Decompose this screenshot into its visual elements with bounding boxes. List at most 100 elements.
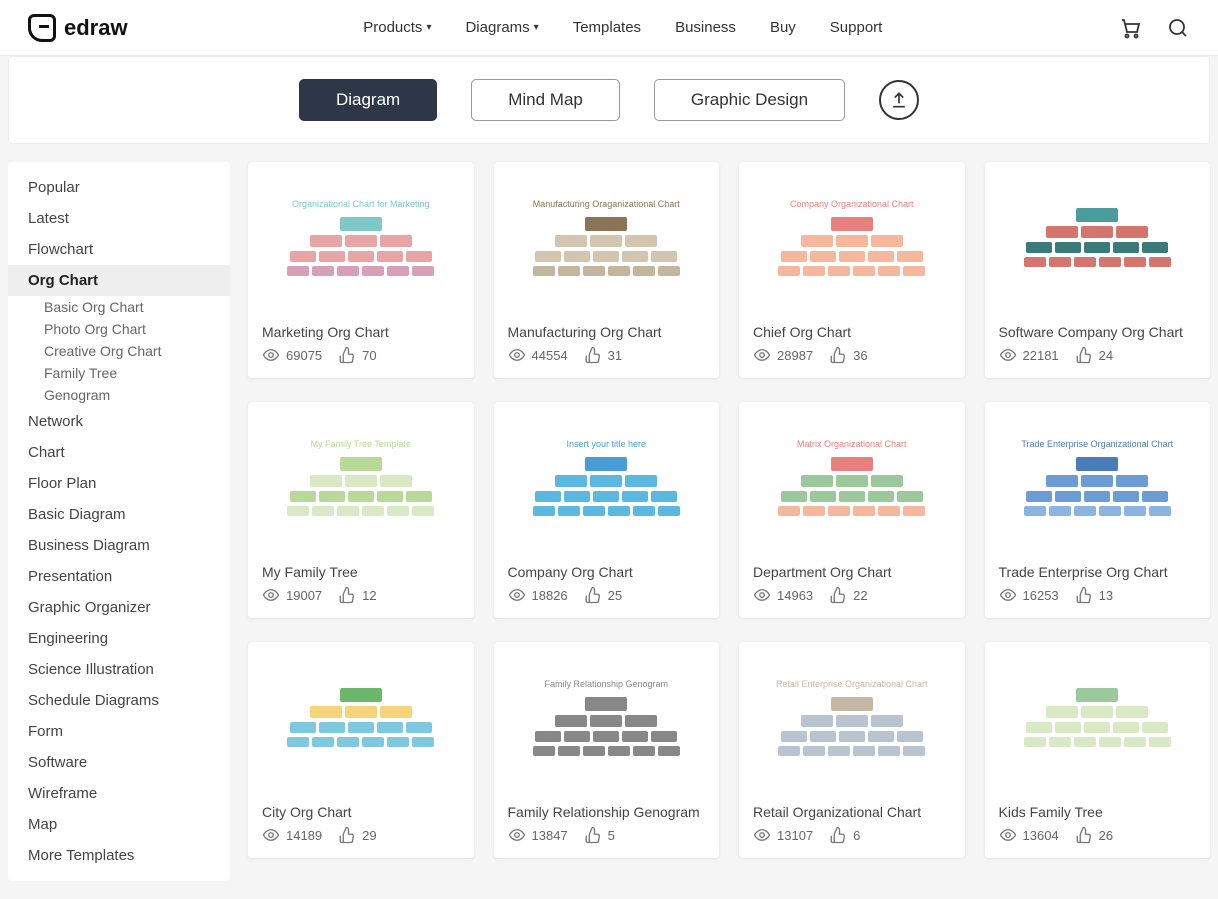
category-tabs: Diagram Mind Map Graphic Design (8, 56, 1210, 144)
sidebar-item[interactable]: Org Chart (8, 265, 230, 296)
template-card[interactable]: My Family Tree Template My Family Tree 1… (248, 402, 474, 618)
sidebar-subitem[interactable]: Photo Org Chart (8, 318, 230, 340)
logo[interactable]: edraw (28, 14, 128, 42)
likes-stat: 12 (338, 586, 376, 604)
sidebar-item[interactable]: Presentation (8, 561, 230, 592)
nav-support[interactable]: Support (830, 19, 883, 36)
template-card[interactable]: Family Relationship Genogram Family Rela… (494, 642, 720, 858)
template-card[interactable]: Trade Enterprise Organizational Chart Tr… (985, 402, 1211, 618)
nav-buy[interactable]: Buy (770, 19, 796, 36)
eye-icon (508, 586, 526, 604)
sidebar-item[interactable]: Map (8, 809, 230, 840)
eye-icon (262, 826, 280, 844)
template-card[interactable]: Retail Enterprise Organizational Chart R… (739, 642, 965, 858)
likes-stat: 29 (338, 826, 376, 844)
nav-business[interactable]: Business (675, 19, 736, 36)
template-card[interactable]: Insert your title here Company Org Chart… (494, 402, 720, 618)
template-title: Trade Enterprise Org Chart (985, 552, 1211, 586)
sidebar-item[interactable]: Chart (8, 437, 230, 468)
template-title: Software Company Org Chart (985, 312, 1211, 346)
thumbs-up-icon (338, 586, 356, 604)
eye-icon (753, 586, 771, 604)
chevron-down-icon: ▾ (426, 22, 431, 33)
template-card[interactable]: Software Company Org Chart 22181 24 (985, 162, 1211, 378)
views-stat: 14963 (753, 586, 813, 604)
template-thumbnail (248, 642, 474, 792)
sidebar-item[interactable]: Form (8, 716, 230, 747)
likes-stat: 25 (584, 586, 622, 604)
sidebar-item[interactable]: Popular (8, 172, 230, 203)
sidebar-item[interactable]: More Templates (8, 840, 230, 871)
tab-graphic-design[interactable]: Graphic Design (654, 79, 845, 121)
eye-icon (753, 826, 771, 844)
thumbs-up-icon (584, 586, 602, 604)
template-card[interactable]: City Org Chart 14189 29 (248, 642, 474, 858)
tab-mindmap[interactable]: Mind Map (471, 79, 620, 121)
template-card[interactable]: Kids Family Tree 13604 26 (985, 642, 1211, 858)
template-card[interactable]: Matrix Organizational Chart Department O… (739, 402, 965, 618)
views-stat: 16253 (999, 586, 1059, 604)
sidebar-item[interactable]: Flowchart (8, 234, 230, 265)
template-thumbnail: Company Organizational Chart (739, 162, 965, 312)
thumbs-up-icon (1075, 826, 1093, 844)
search-icon[interactable] (1166, 16, 1190, 40)
template-title: Family Relationship Genogram (494, 792, 720, 826)
sidebar-subitem[interactable]: Family Tree (8, 362, 230, 384)
eye-icon (999, 346, 1017, 364)
views-stat: 14189 (262, 826, 322, 844)
template-thumbnail: Trade Enterprise Organizational Chart (985, 402, 1211, 552)
template-grid: Organizational Chart for Marketing Marke… (248, 162, 1210, 858)
template-thumbnail (985, 642, 1211, 792)
views-stat: 13847 (508, 826, 568, 844)
thumbs-up-icon (829, 346, 847, 364)
sidebar-subitem[interactable]: Basic Org Chart (8, 296, 230, 318)
likes-stat: 6 (829, 826, 860, 844)
sidebar-subitem[interactable]: Creative Org Chart (8, 340, 230, 362)
tab-diagram[interactable]: Diagram (299, 79, 437, 121)
sidebar-subitem[interactable]: Genogram (8, 384, 230, 406)
sidebar-item[interactable]: Network (8, 406, 230, 437)
sidebar-item[interactable]: Science Illustration (8, 654, 230, 685)
template-card[interactable]: Organizational Chart for Marketing Marke… (248, 162, 474, 378)
upload-button[interactable] (879, 80, 919, 120)
likes-stat: 70 (338, 346, 376, 364)
sidebar-item[interactable]: Schedule Diagrams (8, 685, 230, 716)
sidebar-item[interactable]: Business Diagram (8, 530, 230, 561)
eye-icon (999, 826, 1017, 844)
thumbs-up-icon (1075, 346, 1093, 364)
views-stat: 18826 (508, 586, 568, 604)
sidebar-item[interactable]: Wireframe (8, 778, 230, 809)
chevron-down-icon: ▾ (534, 22, 539, 33)
sidebar-item[interactable]: Software (8, 747, 230, 778)
eye-icon (753, 346, 771, 364)
sidebar-item[interactable]: Basic Diagram (8, 499, 230, 530)
nav-diagrams[interactable]: Diagrams▾ (465, 19, 538, 36)
cart-icon[interactable] (1118, 16, 1142, 40)
thumbs-up-icon (584, 346, 602, 364)
template-title: Manufacturing Org Chart (494, 312, 720, 346)
eye-icon (508, 346, 526, 364)
sidebar-item[interactable]: Engineering (8, 623, 230, 654)
eye-icon (508, 826, 526, 844)
likes-stat: 36 (829, 346, 867, 364)
thumbs-up-icon (338, 346, 356, 364)
template-title: Retail Organizational Chart (739, 792, 965, 826)
sidebar-item[interactable]: Graphic Organizer (8, 592, 230, 623)
likes-stat: 5 (584, 826, 615, 844)
sidebar-item[interactable]: Floor Plan (8, 468, 230, 499)
likes-stat: 26 (1075, 826, 1113, 844)
template-card[interactable]: Company Organizational Chart Chief Org C… (739, 162, 965, 378)
thumbs-up-icon (829, 826, 847, 844)
views-stat: 19007 (262, 586, 322, 604)
template-title: Chief Org Chart (739, 312, 965, 346)
template-thumbnail (985, 162, 1211, 312)
sidebar-item[interactable]: Latest (8, 203, 230, 234)
views-stat: 44554 (508, 346, 568, 364)
sidebar: PopularLatestFlowchartOrg ChartBasic Org… (8, 162, 230, 881)
top-nav: Products▾ Diagrams▾ Templates Business B… (363, 19, 882, 36)
template-thumbnail: Organizational Chart for Marketing (248, 162, 474, 312)
template-card[interactable]: Manufacturing Oraganizational Chart Manu… (494, 162, 720, 378)
nav-products[interactable]: Products▾ (363, 19, 431, 36)
template-title: Marketing Org Chart (248, 312, 474, 346)
nav-templates[interactable]: Templates (573, 19, 641, 36)
